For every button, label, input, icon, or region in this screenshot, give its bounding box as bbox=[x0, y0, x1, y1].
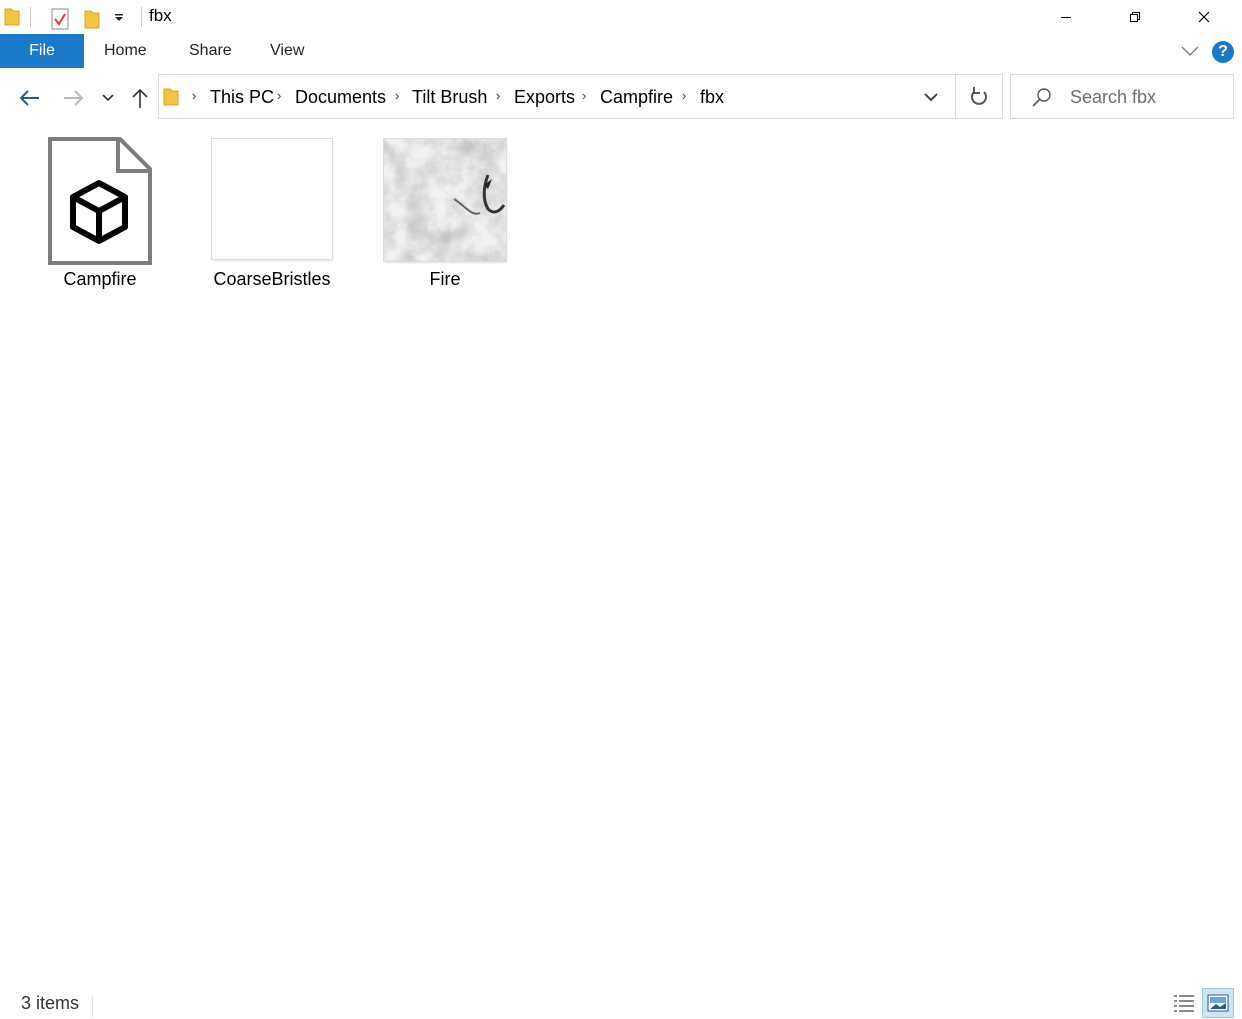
title-bar: fbx bbox=[0, 0, 1242, 34]
tab-share[interactable]: Share bbox=[189, 34, 232, 68]
recent-locations-button[interactable] bbox=[100, 84, 116, 112]
file-name: CoarseBristles bbox=[213, 269, 331, 289]
title-separator bbox=[141, 7, 142, 27]
breadcrumb-this-pc[interactable]: This PC bbox=[210, 87, 274, 108]
chevron-right-icon[interactable]: › bbox=[277, 88, 281, 103]
file-item-campfire[interactable]: Campfire bbox=[25, 133, 175, 293]
tab-file[interactable]: File bbox=[0, 34, 84, 68]
chevron-right-icon[interactable]: › bbox=[582, 88, 586, 103]
properties-icon[interactable] bbox=[51, 8, 69, 35]
breadcrumb-fbx[interactable]: fbx bbox=[700, 87, 724, 108]
chevron-right-icon[interactable]: › bbox=[192, 88, 196, 103]
tab-view[interactable]: View bbox=[270, 34, 304, 68]
refresh-button[interactable] bbox=[969, 86, 989, 113]
help-button[interactable]: ? bbox=[1212, 41, 1234, 63]
up-button[interactable] bbox=[129, 84, 151, 112]
3d-object-file-icon bbox=[48, 137, 152, 270]
breadcrumb-exports[interactable]: Exports bbox=[514, 87, 575, 108]
folder-icon bbox=[163, 86, 179, 111]
chevron-right-icon[interactable]: › bbox=[682, 88, 686, 103]
details-view-icon bbox=[1174, 995, 1194, 1012]
close-button[interactable] bbox=[1174, 0, 1234, 34]
folder-icon[interactable] bbox=[4, 6, 20, 31]
large-icons-view-icon bbox=[1207, 994, 1229, 1012]
minimize-button[interactable] bbox=[1036, 0, 1096, 34]
forward-arrow-icon bbox=[64, 90, 84, 106]
details-view-button[interactable] bbox=[1169, 988, 1199, 1018]
customize-quick-access-dropdown-icon[interactable] bbox=[113, 11, 125, 29]
file-name: Campfire bbox=[63, 269, 137, 289]
back-arrow-icon bbox=[19, 90, 39, 106]
item-count: 3 items bbox=[21, 993, 80, 1013]
new-folder-icon[interactable] bbox=[84, 7, 100, 34]
chevron-right-icon[interactable]: › bbox=[496, 88, 500, 103]
refresh-icon bbox=[971, 87, 987, 105]
minimize-icon bbox=[1061, 17, 1071, 18]
large-icons-view-button[interactable] bbox=[1202, 988, 1234, 1018]
smoke-texture-thumbnail bbox=[384, 139, 506, 266]
close-icon bbox=[1198, 11, 1210, 23]
up-arrow-icon bbox=[132, 88, 148, 108]
forward-button[interactable] bbox=[62, 84, 86, 112]
restore-button[interactable] bbox=[1105, 0, 1165, 34]
search-icon bbox=[1031, 86, 1053, 113]
tab-home[interactable]: Home bbox=[104, 34, 147, 68]
blank-image-thumbnail bbox=[212, 139, 332, 259]
status-separator bbox=[92, 996, 93, 1018]
chevron-down-icon bbox=[924, 93, 938, 102]
address-bar[interactable] bbox=[158, 74, 1003, 119]
restore-icon bbox=[1130, 12, 1140, 22]
chevron-down-icon bbox=[1181, 46, 1199, 56]
file-item-coarsebristles[interactable]: CoarseBristles bbox=[197, 133, 347, 293]
quick-access-separator bbox=[30, 7, 31, 27]
chevron-right-icon[interactable]: › bbox=[395, 88, 399, 103]
breadcrumb-tilt-brush[interactable]: Tilt Brush bbox=[412, 87, 487, 108]
search-input[interactable]: Search fbx bbox=[1070, 87, 1156, 108]
window-title: fbx bbox=[149, 6, 172, 25]
address-history-dropdown[interactable] bbox=[923, 91, 939, 109]
file-name: Fire bbox=[429, 269, 461, 289]
address-divider bbox=[955, 74, 956, 119]
breadcrumb-documents[interactable]: Documents bbox=[295, 87, 386, 108]
back-button[interactable] bbox=[16, 84, 42, 112]
file-item-fire[interactable]: Fire bbox=[370, 133, 520, 293]
expand-ribbon-button[interactable] bbox=[1181, 44, 1199, 62]
chevron-down-icon bbox=[102, 94, 114, 102]
breadcrumb-campfire[interactable]: Campfire bbox=[600, 87, 673, 108]
